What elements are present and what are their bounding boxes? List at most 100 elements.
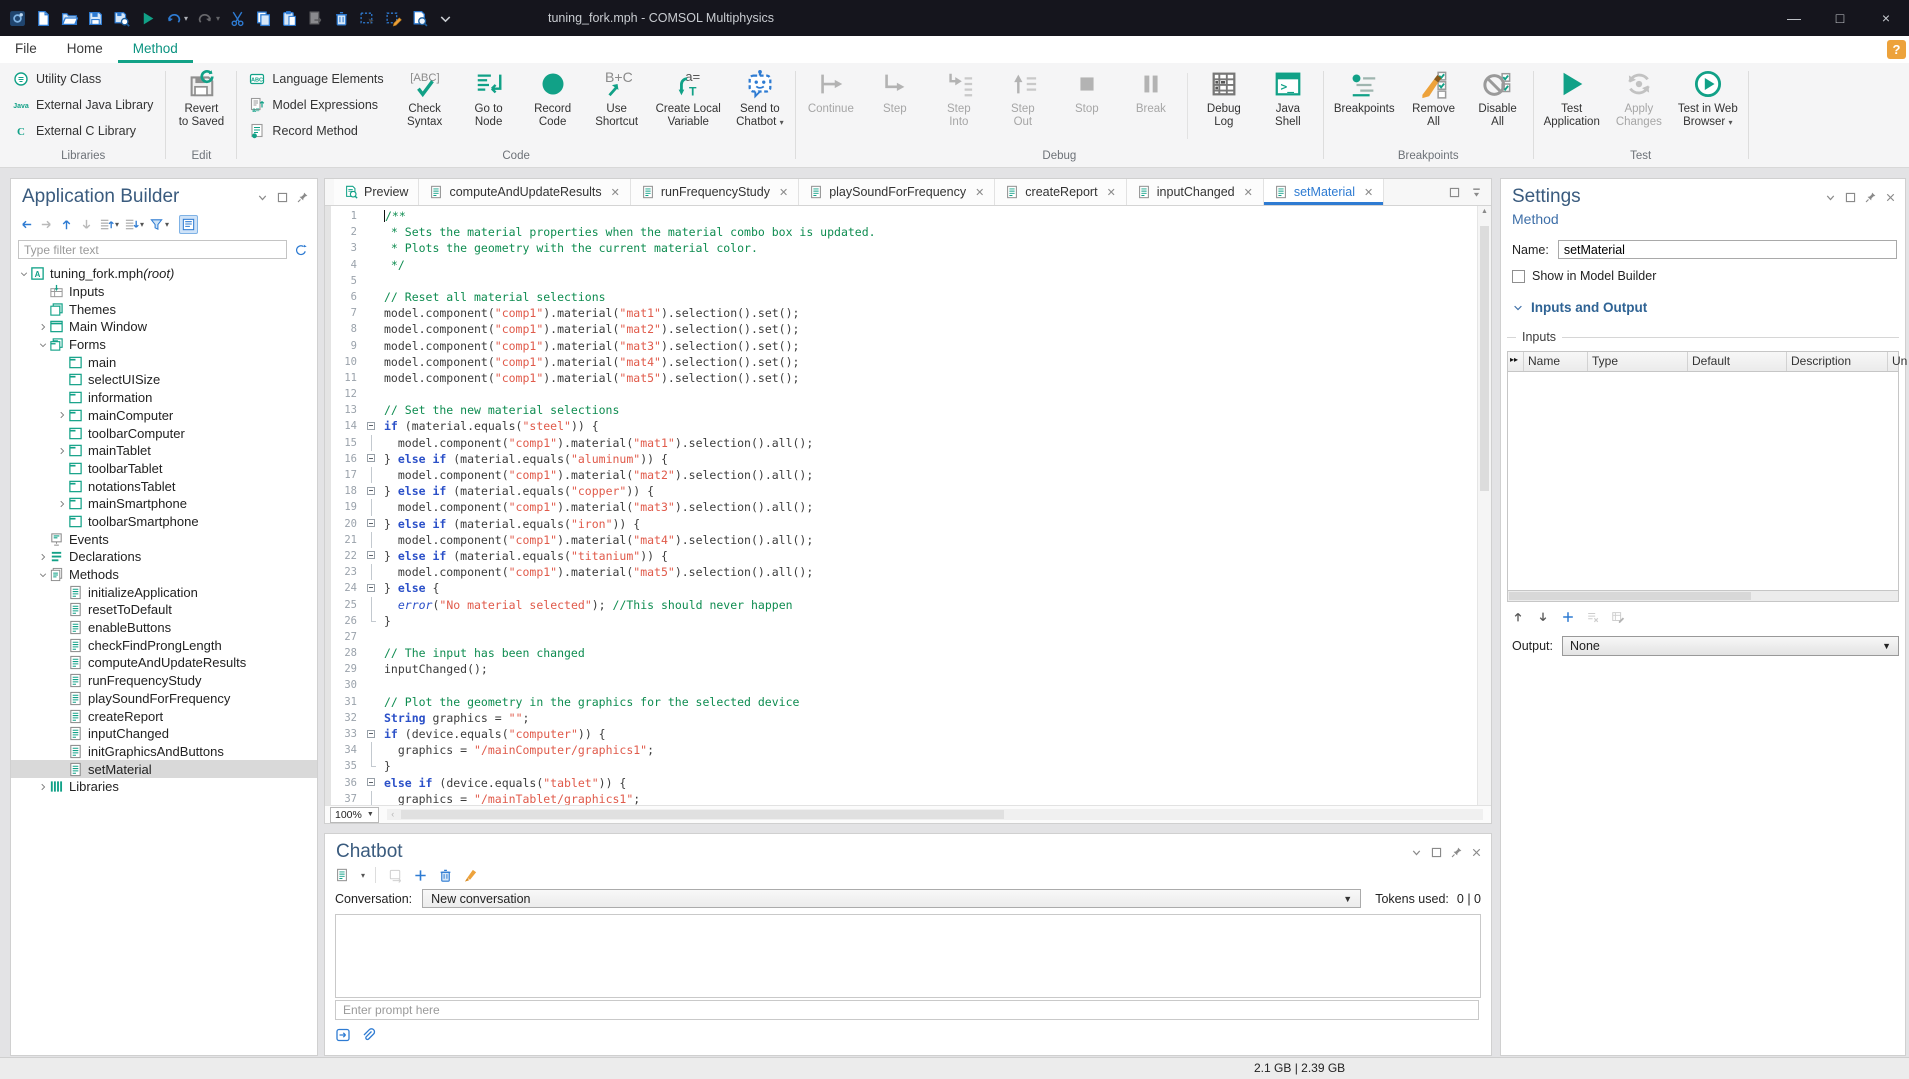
fold-marker-icon[interactable] xyxy=(367,487,375,495)
code-line-12[interactable]: 12 xyxy=(331,386,1477,402)
ribbon-button-disable-all[interactable]: DisableAll xyxy=(1466,63,1530,129)
chevron-down-icon[interactable]: ▾ xyxy=(165,220,169,229)
code-line-6[interactable]: 6// Reset all material selections xyxy=(331,289,1477,305)
forward-button[interactable] xyxy=(37,216,56,233)
ribbon-button-breakpoints[interactable]: Breakpoints xyxy=(1327,63,1402,116)
ribbon-button-test-application[interactable]: TestApplication xyxy=(1537,63,1607,129)
output-dropdown[interactable]: None ▼ xyxy=(1562,636,1899,656)
pc-box-icon[interactable] xyxy=(1844,191,1857,204)
section-collapse-icon[interactable] xyxy=(1512,302,1524,314)
editor-tab-inputchanged[interactable]: inputChanged✕ xyxy=(1127,179,1264,205)
add-input-button[interactable] xyxy=(1561,610,1575,624)
expand-button[interactable]: ▾ xyxy=(122,216,146,233)
ribbon-button-external-c-library[interactable]: CExternal C Library xyxy=(4,118,162,144)
pc-pin-icon[interactable] xyxy=(1450,846,1463,859)
tree-filter-input[interactable] xyxy=(18,240,287,259)
refresh-icon[interactable] xyxy=(292,242,310,258)
code-line-20[interactable]: 20} else if (material.equals("iron")) { xyxy=(331,516,1477,532)
clear-conversation-button[interactable] xyxy=(461,866,479,884)
prompt-input[interactable] xyxy=(335,1000,1479,1020)
tree-item-mainsmartphone[interactable]: mainSmartphone xyxy=(11,495,317,513)
annotate-region-button[interactable] xyxy=(385,7,402,29)
editor-zoom-control[interactable]: 100% ▼ xyxy=(330,807,379,823)
move-up-button[interactable] xyxy=(1511,610,1525,624)
table-header-name[interactable]: Name xyxy=(1524,352,1588,371)
tree-item-main-window[interactable]: Main Window xyxy=(11,318,317,336)
copy-button[interactable] xyxy=(255,7,272,29)
redo-button[interactable]: ▾ xyxy=(197,7,220,29)
duplicate-button[interactable] xyxy=(307,7,324,29)
paste-button[interactable] xyxy=(281,7,298,29)
editor-horizontal-scrollbar[interactable]: ‹ xyxy=(387,809,1483,820)
ribbon-button-remove-all[interactable]: RemoveAll xyxy=(1402,63,1466,129)
select-region-button[interactable] xyxy=(359,7,376,29)
menu-tab-home[interactable]: Home xyxy=(52,36,118,63)
pc-dock-icon[interactable] xyxy=(1470,186,1483,199)
expander-icon[interactable] xyxy=(36,340,49,350)
collapse-button[interactable]: ▾ xyxy=(97,216,121,233)
ribbon-button-test-in-web-browser[interactable]: Test in WebBrowser ▾ xyxy=(1671,63,1745,129)
tree-item-forms[interactable]: Forms xyxy=(11,336,317,354)
pc-pin-icon[interactable] xyxy=(296,191,309,204)
tree-item-setmaterial[interactable]: setMaterial xyxy=(11,760,317,778)
tree-item-themes[interactable]: Themes xyxy=(11,300,317,318)
new-file-button[interactable] xyxy=(35,7,52,29)
scrollbar-thumb[interactable] xyxy=(401,810,1004,819)
editor-tab-runfrequencystudy[interactable]: runFrequencyStudy✕ xyxy=(631,179,799,205)
expander-icon[interactable] xyxy=(55,499,68,509)
conversation-dropdown[interactable]: New conversation ▼ xyxy=(422,889,1361,908)
pc-box-icon[interactable] xyxy=(276,191,289,204)
tree-item-resettodefault[interactable]: resetToDefault xyxy=(11,601,317,619)
code-line-21[interactable]: 21 model.component("comp1").material("ma… xyxy=(331,532,1477,548)
code-line-4[interactable]: 4 */ xyxy=(331,257,1477,273)
code-editor[interactable]: 1/**2 * Sets the material properties whe… xyxy=(325,206,1477,806)
code-line-37[interactable]: 37 graphics = "/mainTablet/graphics1"; xyxy=(331,791,1477,806)
tree-item-main[interactable]: main xyxy=(11,353,317,371)
ribbon-button-record-method[interactable]: Record Method xyxy=(240,118,392,144)
fold-marker-icon[interactable] xyxy=(367,584,375,592)
close-tab-icon[interactable]: ✕ xyxy=(779,186,788,199)
save-as-button[interactable] xyxy=(113,7,130,29)
code-line-13[interactable]: 13// Set the new material selections xyxy=(331,402,1477,418)
ribbon-button-create-local-variable[interactable]: a=TCreate LocalVariable xyxy=(649,63,728,129)
minimize-button[interactable]: — xyxy=(1771,0,1817,36)
send-to-node-button[interactable] xyxy=(386,866,404,884)
code-line-14[interactable]: 14if (material.equals("steel")) { xyxy=(331,418,1477,434)
expander-icon[interactable] xyxy=(36,322,49,332)
tree-item-initializeapplication[interactable]: initializeApplication xyxy=(11,583,317,601)
editor-tab-createreport[interactable]: createReport✕ xyxy=(995,179,1126,205)
code-line-15[interactable]: 15 model.component("comp1").material("ma… xyxy=(331,435,1477,451)
expander-icon[interactable] xyxy=(17,269,30,279)
code-line-7[interactable]: 7model.component("comp1").material("mat1… xyxy=(331,305,1477,321)
tree-item-tuning_fork-mph[interactable]: Atuning_fork.mph (root) xyxy=(11,265,317,283)
code-line-31[interactable]: 31// Plot the geometry in the graphics f… xyxy=(331,694,1477,710)
maximize-button[interactable]: □ xyxy=(1817,0,1863,36)
delete-input-button[interactable] xyxy=(1586,610,1600,624)
code-line-25[interactable]: 25 error("No material selected"); //This… xyxy=(331,597,1477,613)
close-tab-icon[interactable]: ✕ xyxy=(1244,186,1253,199)
editor-tab-preview[interactable]: Preview xyxy=(334,179,419,205)
ribbon-button-record-code[interactable]: RecordCode xyxy=(521,63,585,129)
ribbon-button-debug-log[interactable]: DebugLog xyxy=(1192,63,1256,129)
ribbon-button-step-out[interactable]: StepOut xyxy=(991,63,1055,129)
open-file-button[interactable] xyxy=(61,7,78,29)
code-line-16[interactable]: 16} else if (material.equals("aluminum")… xyxy=(331,451,1477,467)
code-line-27[interactable]: 27 xyxy=(331,629,1477,645)
code-line-29[interactable]: 29inputChanged(); xyxy=(331,661,1477,677)
expander-icon[interactable] xyxy=(36,782,49,792)
menu-tab-method[interactable]: Method xyxy=(118,36,193,63)
close-tab-icon[interactable]: ✕ xyxy=(975,186,984,199)
tree-item-toolbarcomputer[interactable]: toolbarComputer xyxy=(11,424,317,442)
table-header-default[interactable]: Default xyxy=(1688,352,1787,371)
code-line-22[interactable]: 22} else if (material.equals("titanium")… xyxy=(331,548,1477,564)
code-line-28[interactable]: 28// The input has been changed xyxy=(331,645,1477,661)
ribbon-button-go-to-node[interactable]: Go toNode xyxy=(457,63,521,129)
preview-document-button[interactable] xyxy=(411,7,428,29)
chevron-down-icon[interactable]: ▾ xyxy=(184,14,188,23)
ribbon-button-language-elements[interactable]: ABCLanguage Elements xyxy=(240,66,392,92)
app-logo-button[interactable] xyxy=(9,7,26,29)
ribbon-button-model-expressions[interactable]: a=Model Expressions xyxy=(240,92,392,118)
expander-icon[interactable] xyxy=(36,570,49,580)
ribbon-button-utility-class[interactable]: Utility Class xyxy=(4,66,162,92)
ribbon-button-step[interactable]: Step xyxy=(863,63,927,116)
